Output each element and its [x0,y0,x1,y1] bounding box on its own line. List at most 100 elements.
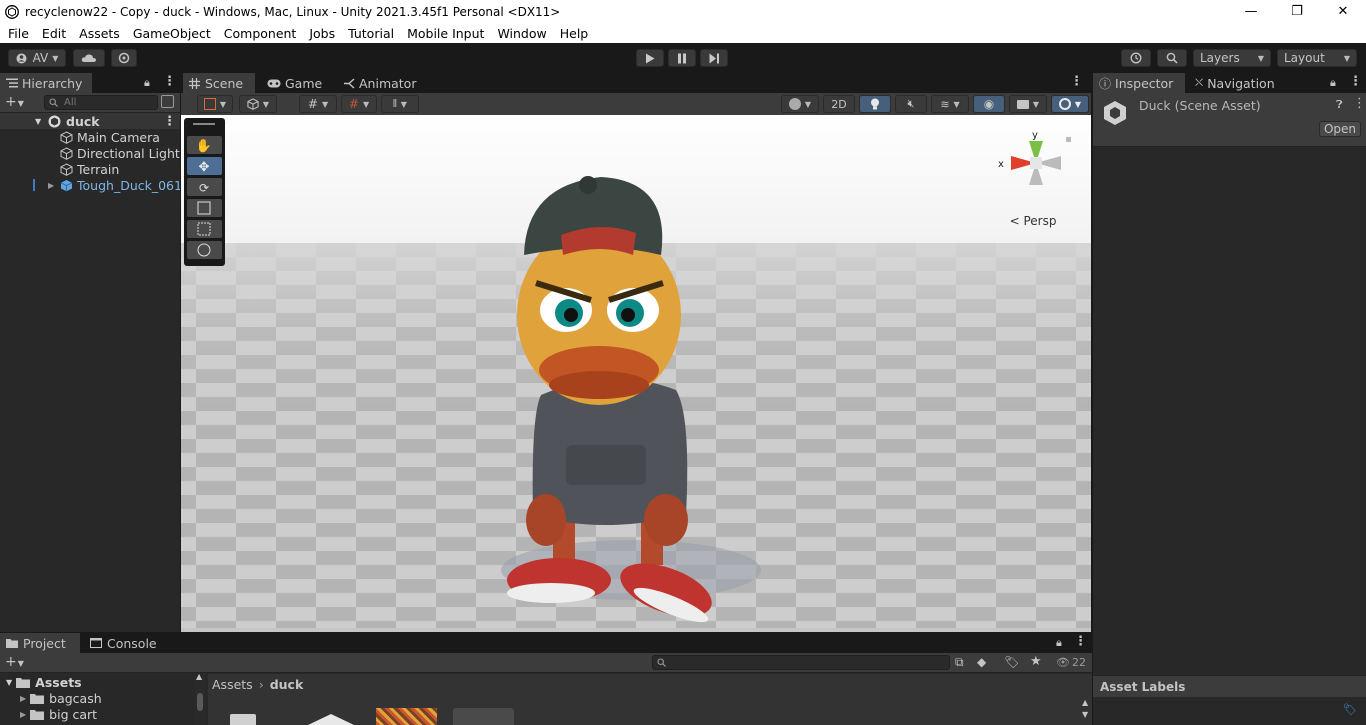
close-button[interactable]: ✕ [1320,0,1366,23]
add-icon[interactable]: +▼ [5,654,24,670]
account-dropdown[interactable]: AV ▼ [8,49,66,67]
search-button[interactable] [1157,49,1187,67]
asset-thumbnail-texture[interactable] [376,708,437,725]
lock-icon[interactable]: 🔒︎ [1330,76,1336,90]
effects-dropdown[interactable]: ≋ ▼ [931,95,969,113]
global-local-dropdown[interactable]: ▼ [239,95,277,113]
palette-drag-handle[interactable] [193,123,215,125]
kebab-menu-icon[interactable]: ⋮ [163,114,176,129]
add-icon[interactable]: +▼ [5,94,24,110]
breadcrumb-duck[interactable]: duck [270,677,304,692]
grid-snap-dropdown[interactable]: # ▼ [299,95,337,113]
kebab-menu-icon[interactable]: ⋮ [1074,634,1087,649]
tab-project[interactable]: Project [0,633,80,653]
hierarchy-item-terrain[interactable]: Terrain [0,161,180,177]
hidden-packages-counter[interactable]: 👁︎ 22 [1056,656,1086,669]
menu-tutorial[interactable]: Tutorial [343,26,399,41]
kebab-menu-icon[interactable]: ⋮ [1349,74,1362,89]
kebab-menu-icon[interactable]: ⋮ [163,74,176,89]
scroll-down-icon[interactable]: ▼ [1082,710,1088,719]
ruler-dropdown[interactable]: 𝍪 ▼ [381,95,419,113]
scene-viewport[interactable]: ✋ ✥ ⟳ y x < Persp [181,115,1091,632]
lighting-toggle[interactable] [859,95,891,113]
gizmo-lock-icon[interactable] [1066,137,1071,142]
menu-help[interactable]: Help [555,26,594,41]
menu-window[interactable]: Window [492,26,551,41]
filter-type-icon[interactable]: ◆ [977,655,986,669]
tab-console[interactable]: Console [84,633,164,653]
favorite-star-icon[interactable]: ★ [1030,654,1042,669]
scene-row-duck[interactable]: ▼ duck ⋮ [0,113,180,129]
menu-mobile-input[interactable]: Mobile Input [402,26,489,41]
hierarchy-item-tough-duck[interactable]: ▶ Tough_Duck_061 [0,177,180,193]
asset-thumbnail-folder[interactable] [230,714,256,725]
folder-tree-scrollbar[interactable]: ▲ [195,672,205,725]
folder-row-big-cart[interactable]: ▶ big cart [0,706,205,722]
hierarchy-search-input[interactable]: All [44,95,158,110]
expand-arrow-icon[interactable]: ▶ [20,694,26,703]
tab-hierarchy[interactable]: Hierarchy [0,73,92,93]
scroll-thumb[interactable] [197,693,203,711]
lock-icon[interactable]: 🔒︎ [144,76,150,90]
asset-thumbnail-scene[interactable] [306,714,356,725]
step-button[interactable] [700,49,728,67]
expand-arrow-icon[interactable]: ▼ [6,678,12,687]
asset-browser-scrollbar[interactable]: ▲ ▼ [1080,674,1092,725]
shading-mode-dropdown[interactable]: ▼ [781,95,819,113]
audio-toggle[interactable]: 🔇︎ [895,95,927,113]
tab-scene[interactable]: Scene [183,73,255,93]
scene-visibility-toggle[interactable]: ◉ [973,95,1005,113]
open-button[interactable]: Open [1319,121,1361,137]
gizmos-dropdown[interactable]: ▼ [1051,95,1089,113]
maximize-button[interactable]: ❐ [1274,0,1320,23]
menu-jobs[interactable]: Jobs [304,26,340,41]
tag-icon[interactable]: 🏷︎ [1343,703,1357,716]
lock-icon[interactable]: 🔒︎ [1056,636,1062,650]
tab-game[interactable]: Game [261,73,329,93]
menu-component[interactable]: Component [219,26,302,41]
toggle-2d-button[interactable]: 2D [823,95,855,113]
menu-gameobject[interactable]: GameObject [128,26,216,41]
increment-snap-dropdown[interactable]: # ▼ [341,95,377,113]
hierarchy-item-directional-light[interactable]: Directional Light [0,145,180,161]
tab-navigation[interactable]: ⛌ Navigation [1189,73,1293,93]
undo-history-button[interactable] [1121,49,1151,67]
asset-labels-header: Asset Labels [1093,675,1366,697]
kebab-menu-icon[interactable]: ⋮ [1353,96,1366,111]
hierarchy-tree: ▼ duck ⋮ Main Camera Directional Light T… [0,113,180,193]
help-icon[interactable]: ❓︎ [1336,98,1343,112]
cloud-button[interactable] [73,49,105,67]
folder-row-assets[interactable]: ▼ Assets [0,674,205,690]
expand-arrow-icon[interactable]: ▼ [35,117,41,126]
hierarchy-item-main-camera[interactable]: Main Camera [0,129,180,145]
minimize-button[interactable]: — [1228,0,1274,23]
menu-file[interactable]: File [3,26,34,41]
layout-dropdown[interactable]: Layout ▼ [1277,49,1357,67]
tab-animator[interactable]: Animator [337,73,427,93]
expand-arrow-icon[interactable]: ▶ [48,181,54,190]
scroll-up-icon[interactable]: ▲ [196,672,202,681]
console-icon [90,638,102,648]
project-search-input[interactable] [652,655,950,670]
expand-arrow-icon[interactable]: ▶ [20,710,26,719]
menu-edit[interactable]: Edit [37,26,71,41]
draw-mode-dropdown[interactable]: ▼ [197,95,233,113]
kebab-menu-icon[interactable]: ⋮ [1070,74,1083,89]
menu-assets[interactable]: Assets [74,26,125,41]
tab-inspector[interactable]: ⓘ Inspector [1093,73,1185,93]
asset-thumbnail-model[interactable] [453,708,514,725]
filter-label-icon[interactable]: 🏷︎ [1004,655,1019,669]
play-button[interactable] [636,49,664,67]
camera-dropdown[interactable]: ▼ [1009,95,1047,113]
breadcrumb-assets[interactable]: Assets [212,677,253,692]
search-by-type-icon[interactable] [161,95,174,108]
scroll-up-icon[interactable]: ▲ [1082,698,1088,707]
search-filter-icon[interactable]: ⧉ [955,655,964,670]
scene-render[interactable]: ✋ ✥ ⟳ y x < Persp [181,115,1091,632]
gizmo-y-label: y [1032,130,1038,141]
collab-button[interactable] [111,49,137,67]
persp-label[interactable]: < Persp [1010,214,1057,228]
layers-dropdown[interactable]: Layers ▼ [1193,49,1271,67]
pause-button[interactable] [668,49,696,67]
folder-row-bagcash[interactable]: ▶ bagcash [0,690,205,706]
